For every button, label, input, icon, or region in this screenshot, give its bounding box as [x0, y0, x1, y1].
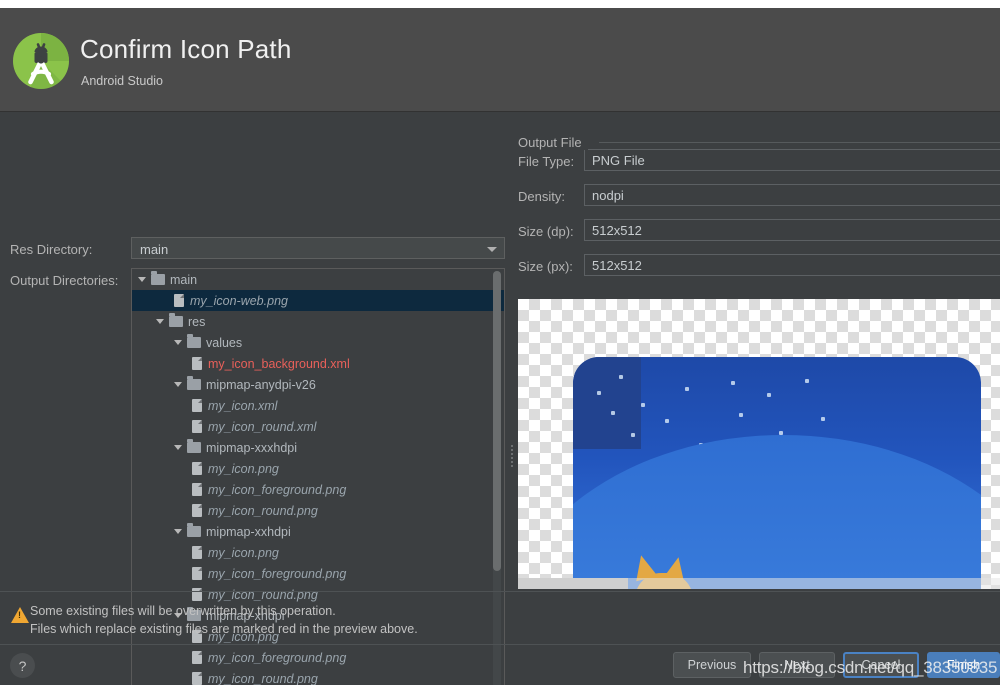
tree-folder-row[interactable]: mipmap-anydpi-v26 [132, 374, 504, 395]
file-type-label: File Type: [518, 154, 575, 169]
tree-file-row[interactable]: my_icon-web.png [132, 290, 504, 311]
preview-scrollbar-thumb[interactable] [518, 578, 628, 589]
icon-preview [518, 299, 1000, 589]
tree-node-label: my_icon_background.xml [208, 356, 350, 371]
tree-expand-toggle-icon[interactable] [156, 319, 164, 324]
dialog-footer: ? Previous Next Cancel Finish [0, 644, 1000, 685]
tree-folder-row[interactable]: res [132, 311, 504, 332]
warning-line-1: Some existing files will be overwritten … [30, 604, 336, 618]
file-icon [192, 462, 202, 475]
android-studio-logo-icon [10, 30, 72, 92]
folder-icon [187, 334, 201, 348]
tree-node-label: my_icon_round.png [208, 503, 318, 518]
help-button[interactable]: ? [10, 653, 35, 678]
tree-node-label: mipmap-xxhdpi [206, 524, 291, 539]
tree-node-label: mipmap-xxxhdpi [206, 440, 298, 455]
preview-scrollbar-track[interactable] [518, 578, 1000, 589]
dialog-body: Res Directory: main Output Directories: … [0, 113, 1000, 685]
panel-splitter-handle[interactable] [508, 443, 515, 469]
next-button[interactable]: Next [759, 652, 835, 678]
tree-expand-toggle-icon[interactable] [174, 529, 182, 534]
tree-node-label: my_icon.xml [208, 398, 278, 413]
page-title: Confirm Icon Path [80, 34, 292, 64]
cancel-button[interactable]: Cancel [843, 652, 919, 678]
icon-preview-image [573, 357, 981, 589]
dialog-header: Confirm Icon Path Android Studio [0, 8, 1000, 112]
tree-node-label: values [206, 335, 243, 350]
size-px-value: 512x512 [584, 254, 1000, 276]
density-label: Density: [518, 189, 565, 204]
previous-button[interactable]: Previous [673, 652, 751, 678]
file-icon [174, 294, 184, 307]
finish-button[interactable]: Finish [927, 652, 1000, 678]
tree-file-row[interactable]: my_icon.png [132, 542, 504, 563]
group-divider [599, 142, 1000, 143]
size-px-label: Size (px): [518, 259, 573, 274]
tree-file-row[interactable]: my_icon.xml [132, 395, 504, 416]
folder-icon [187, 439, 201, 453]
tree-file-row[interactable]: my_icon_foreground.png [132, 563, 504, 584]
tree-folder-row[interactable]: main [132, 269, 504, 290]
tree-expand-toggle-icon[interactable] [138, 277, 146, 282]
output-file-panel: Output File File Type: PNG File Density:… [515, 113, 1000, 591]
density-value: nodpi [584, 184, 1000, 206]
tree-folder-row[interactable]: mipmap-xxxhdpi [132, 437, 504, 458]
res-directory-value: main [140, 241, 169, 257]
tree-node-label: my_icon_round.xml [208, 419, 317, 434]
tree-folder-row[interactable]: mipmap-xxhdpi [132, 521, 504, 542]
tree-file-row[interactable]: my_icon_round.xml [132, 416, 504, 437]
tree-expand-toggle-icon[interactable] [174, 382, 182, 387]
tree-file-row[interactable]: my_icon_foreground.png [132, 479, 504, 500]
file-icon [192, 399, 202, 412]
folder-icon [187, 376, 201, 390]
file-icon [192, 567, 202, 580]
file-icon [192, 504, 202, 517]
res-directory-label: Res Directory: [10, 242, 93, 257]
warning-line-2: Files which replace existing files are m… [30, 622, 418, 636]
output-directories-label: Output Directories: [10, 273, 119, 288]
file-type-value: PNG File [584, 149, 1000, 171]
tree-file-row[interactable]: my_icon_background.xml [132, 353, 504, 374]
tree-expand-toggle-icon[interactable] [174, 340, 182, 345]
file-icon [192, 546, 202, 559]
folder-icon [151, 271, 165, 285]
tree-node-label: my_icon.png [208, 545, 279, 560]
folder-icon [187, 523, 201, 537]
res-directory-select[interactable]: main [131, 237, 505, 259]
file-icon [192, 357, 202, 370]
warning-bar: Some existing files will be overwritten … [0, 591, 1000, 643]
page-subtitle: Android Studio [81, 74, 164, 88]
tree-file-row[interactable]: my_icon_round.png [132, 500, 504, 521]
folder-icon [169, 313, 183, 327]
tree-scrollbar-thumb[interactable] [493, 271, 501, 571]
output-file-group-title: Output File [518, 135, 588, 150]
tree-node-label: my_icon.png [208, 461, 279, 476]
tree-node-label: res [188, 314, 206, 329]
tree-expand-toggle-icon[interactable] [174, 445, 182, 450]
confirm-icon-path-dialog: Confirm Icon Path Android Studio Res Dir… [0, 8, 1000, 685]
size-dp-label: Size (dp): [518, 224, 574, 239]
tree-node-label: mipmap-anydpi-v26 [206, 377, 316, 392]
tree-file-row[interactable]: my_icon.png [132, 458, 504, 479]
warning-triangle-icon [11, 607, 29, 623]
file-icon [192, 420, 202, 433]
tree-folder-row[interactable]: values [132, 332, 504, 353]
tree-node-label: my_icon-web.png [190, 293, 288, 308]
file-icon [192, 483, 202, 496]
tree-node-label: my_icon_foreground.png [208, 482, 347, 497]
chevron-down-icon [487, 247, 497, 252]
tree-node-label: main [170, 272, 198, 287]
tree-node-label: my_icon_foreground.png [208, 566, 347, 581]
size-dp-value: 512x512 [584, 219, 1000, 241]
